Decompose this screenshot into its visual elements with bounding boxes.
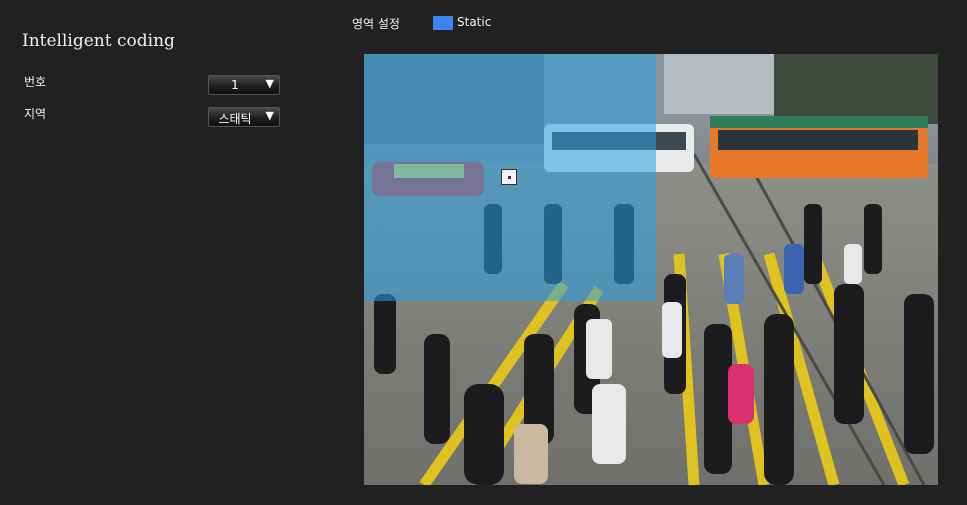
area-label: 지역 (24, 107, 47, 121)
zone-move-handle[interactable] (501, 169, 517, 185)
camera-view[interactable] (364, 54, 938, 485)
area-select-value: 스태틱 (218, 112, 252, 126)
area-setting-label: 영역 설정 (352, 17, 400, 31)
number-label: 번호 (24, 75, 47, 89)
area-select[interactable]: 스태틱 ▼ (208, 107, 280, 127)
number-select-value: 1 (231, 78, 239, 92)
chevron-down-icon: ▼ (265, 109, 274, 122)
panel-title: Intelligent coding (22, 31, 175, 51)
static-legend-label: Static (457, 15, 492, 29)
number-select[interactable]: 1 ▼ (208, 75, 280, 95)
chevron-down-icon: ▼ (265, 77, 274, 90)
static-color-swatch (433, 16, 453, 30)
